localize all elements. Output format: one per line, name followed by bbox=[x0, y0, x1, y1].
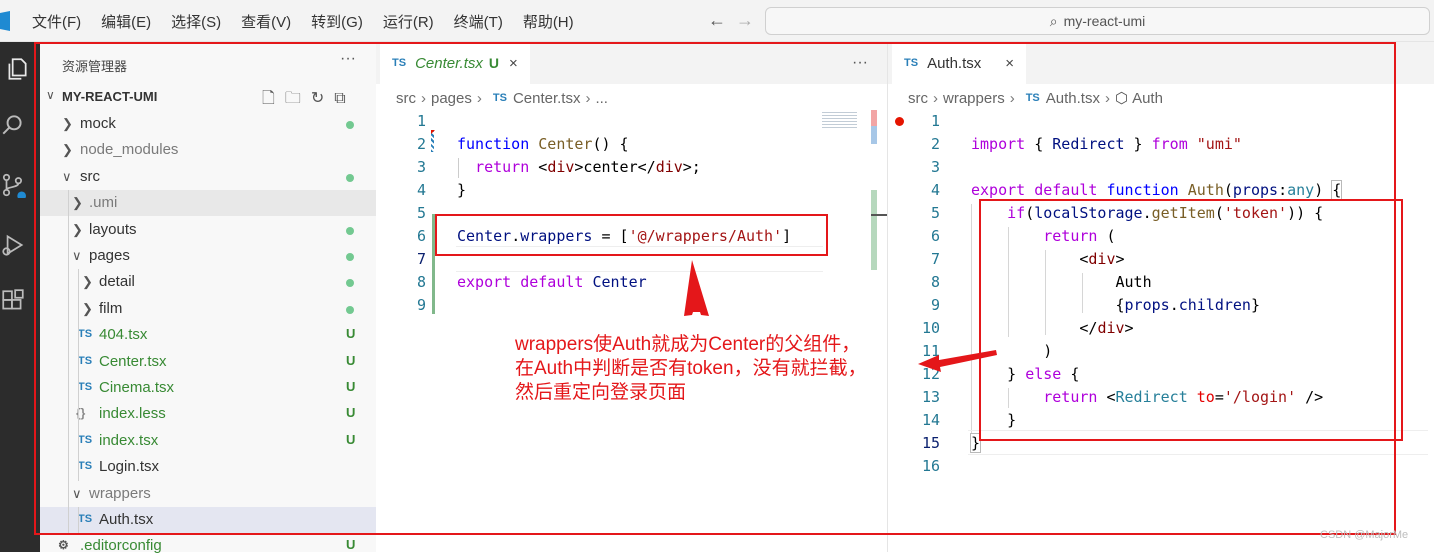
menu-run[interactable]: 运行(R) bbox=[373, 11, 444, 32]
run-debug-icon[interactable] bbox=[0, 230, 28, 260]
title-bar: 文件(F) 编辑(E) 选择(S) 查看(V) 转到(G) 运行(R) 终端(T… bbox=[0, 0, 1434, 42]
explorer-icon[interactable] bbox=[2, 54, 32, 84]
search-icon: ⌕ bbox=[1049, 12, 1058, 29]
annotation-auth-box bbox=[979, 199, 1403, 441]
menu-view[interactable]: 查看(V) bbox=[231, 11, 301, 32]
tree-item-editorconfig[interactable]: ⚙ .editorconfig U bbox=[40, 533, 376, 559]
watermark: CSDN @MajorMe bbox=[1320, 529, 1409, 541]
annotation-wrappers-box bbox=[435, 214, 828, 256]
gear-icon: ⚙ bbox=[58, 538, 69, 552]
forward-arrow-icon[interactable]: → bbox=[736, 10, 754, 30]
extensions-icon[interactable] bbox=[0, 286, 28, 316]
vscode-logo-icon bbox=[0, 11, 10, 31]
nav-arrows: ← → bbox=[708, 10, 764, 31]
menu-selection[interactable]: 选择(S) bbox=[161, 11, 231, 32]
menu-bar: 文件(F) 编辑(E) 选择(S) 查看(V) 转到(G) 运行(R) 终端(T… bbox=[22, 0, 584, 42]
command-center-label: my-react-umi bbox=[1063, 13, 1146, 29]
annotation-text: wrappers使Auth就成为Center的父组件， 在Auth中判断是否有t… bbox=[515, 334, 867, 403]
source-control-icon[interactable] bbox=[0, 170, 28, 200]
menu-help[interactable]: 帮助(H) bbox=[513, 11, 584, 32]
menu-file[interactable]: 文件(F) bbox=[22, 11, 91, 32]
search-icon[interactable] bbox=[0, 110, 28, 140]
menu-terminal[interactable]: 终端(T) bbox=[444, 11, 513, 32]
menu-go[interactable]: 转到(G) bbox=[301, 11, 373, 32]
menu-edit[interactable]: 编辑(E) bbox=[91, 11, 161, 32]
command-center[interactable]: ⌕ my-react-umi bbox=[765, 7, 1430, 35]
back-arrow-icon[interactable]: ← bbox=[708, 10, 726, 30]
